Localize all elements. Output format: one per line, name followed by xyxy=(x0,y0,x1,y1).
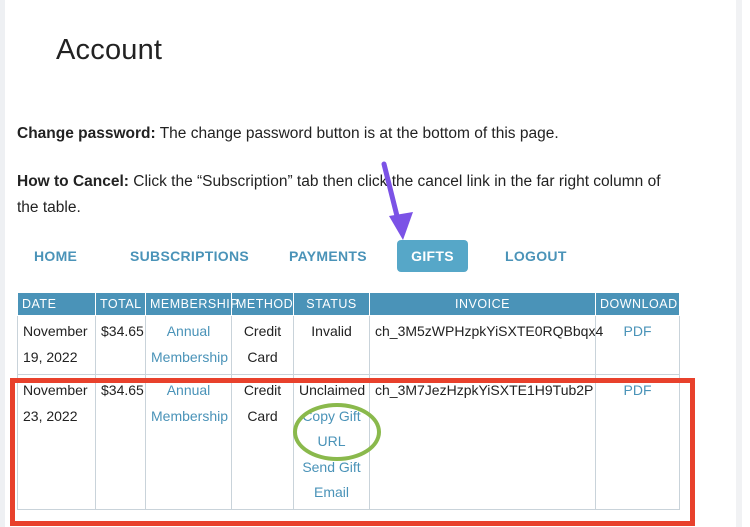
nav-payments[interactable]: PAYMENTS xyxy=(289,240,367,272)
change-password-label: Change password: xyxy=(17,125,156,142)
cell-invoice: ch_3M7JezHzpkYiSXTE1H9Tub2P xyxy=(369,374,596,510)
cell-status: Invalid xyxy=(293,315,370,375)
pdf-download-link[interactable]: PDF xyxy=(624,323,652,339)
nav-subscriptions[interactable]: SUBSCRIPTIONS xyxy=(130,240,249,272)
header-date: DATE xyxy=(17,292,96,316)
cell-download: PDF xyxy=(595,374,680,510)
cell-date: November 19, 2022 xyxy=(17,315,96,375)
table-row: November 19, 2022 $34.65 Annual Membersh… xyxy=(17,315,680,375)
change-password-text: The change password button is at the bot… xyxy=(155,125,559,142)
page-right-border xyxy=(736,0,742,527)
cell-invoice: ch_3M5zWPHzpkYiSXTE0RQBbqx4 xyxy=(369,315,603,375)
send-gift-email-link[interactable]: Send Gift Email xyxy=(299,455,364,506)
header-invoice: INVOICE xyxy=(369,292,596,316)
cell-total: $34.65 xyxy=(95,315,146,375)
membership-link[interactable]: Annual Membership xyxy=(151,382,228,424)
cell-date: November 23, 2022 xyxy=(17,374,96,510)
pointer-arrow-icon xyxy=(381,161,413,240)
cell-method: Credit Card xyxy=(231,374,294,510)
header-method: METHOD xyxy=(231,292,294,316)
how-to-cancel-label: How to Cancel: xyxy=(17,173,129,190)
status-text: Unclaimed xyxy=(299,382,366,398)
table-header-row: DATE TOTAL MEMBERSHIP METHOD STATUS INVO… xyxy=(17,292,680,316)
header-download: DOWNLOAD xyxy=(595,292,680,316)
cell-download: PDF xyxy=(595,315,680,375)
change-password-note: Change password: The change password but… xyxy=(17,121,677,147)
gifts-table: DATE TOTAL MEMBERSHIP METHOD STATUS INVO… xyxy=(17,292,680,510)
pdf-download-link[interactable]: PDF xyxy=(624,382,652,398)
membership-link[interactable]: Annual Membership xyxy=(151,323,228,365)
cell-membership: Annual Membership xyxy=(145,315,232,375)
header-membership: MEMBERSHIP xyxy=(145,292,239,316)
cell-membership: Annual Membership xyxy=(145,374,232,510)
header-total: TOTAL xyxy=(95,292,146,316)
table-row: November 23, 2022 $34.65 Annual Membersh… xyxy=(17,374,680,510)
page-left-border xyxy=(0,0,5,527)
nav-home[interactable]: HOME xyxy=(34,240,77,272)
cell-method: Credit Card xyxy=(231,315,294,375)
header-status: STATUS xyxy=(293,292,370,316)
page-title: Account xyxy=(56,34,163,66)
cell-status: Unclaimed Copy Gift URL Send Gift Email xyxy=(293,374,370,510)
how-to-cancel-note: How to Cancel: Click the “Subscription” … xyxy=(17,169,677,221)
nav-logout[interactable]: LOGOUT xyxy=(505,240,567,272)
cell-total: $34.65 xyxy=(95,374,146,510)
copy-gift-url-link[interactable]: Copy Gift URL xyxy=(299,404,364,455)
